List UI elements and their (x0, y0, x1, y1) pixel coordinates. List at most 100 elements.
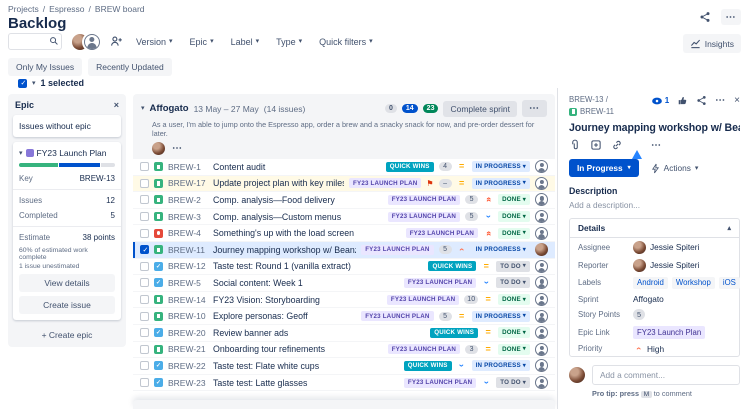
share-button[interactable] (695, 9, 715, 25)
issue-title[interactable]: FY23 Vision: Storyboarding (213, 295, 382, 305)
issue-row[interactable]: BREW-2 Comp. analysis—Food delivery FY23… (133, 192, 555, 209)
issue-title[interactable]: Content audit (213, 162, 381, 172)
attach-button[interactable] (569, 139, 581, 151)
assignee-avatar[interactable] (535, 376, 548, 390)
estimate-badge[interactable]: 4 (438, 162, 452, 172)
issue-row[interactable]: BREW-4 Something's up with the load scre… (133, 225, 555, 242)
description-placeholder[interactable]: Add a description... (569, 200, 740, 210)
epic-badge[interactable]: QUICK WINS (430, 327, 479, 338)
epic-link-value[interactable]: FY23 Launch Plan (633, 325, 706, 339)
assignee-value[interactable]: Jessie Spiteri (650, 242, 699, 252)
issue-row[interactable]: BREW-17 Update project plan with key mil… (133, 175, 555, 193)
create-issue-button[interactable]: Create issue (19, 296, 115, 314)
estimate-badge[interactable]: 5 (438, 311, 452, 321)
label-workshop[interactable]: Workshop (671, 276, 715, 289)
assignee-avatar[interactable] (535, 243, 548, 257)
issue-checkbox[interactable] (140, 178, 149, 188)
filter-version[interactable]: Version ▾ (136, 37, 173, 47)
like-button[interactable] (677, 95, 688, 106)
epic-badge[interactable]: FY23 LAUNCH PLAN (387, 344, 461, 355)
issue-row[interactable]: BREW-1 Content audit QUICK WINS 4 IN PRO… (133, 159, 555, 176)
assignee-avatar[interactable] (535, 326, 548, 340)
issue-title[interactable]: Review banner ads (213, 328, 425, 338)
status-dropdown[interactable]: In Progress ▾ (569, 159, 639, 177)
status-dropdown[interactable]: IN PROGRESS ▾ (471, 360, 530, 372)
issue-title[interactable]: Something's up with the load screen (213, 228, 401, 238)
epic-item[interactable]: ▾ FY23 Launch Plan (19, 148, 115, 158)
story-points-value[interactable]: 5 (633, 309, 646, 321)
filter-type[interactable]: Type ▾ (276, 37, 302, 47)
filter-quick-filters[interactable]: Quick filters ▾ (319, 37, 373, 47)
issue-title[interactable]: Onboarding tour refinements (213, 344, 383, 354)
status-dropdown[interactable]: DONE ▾ (498, 294, 530, 306)
epic-badge[interactable]: FY23 LAUNCH PLAN (361, 311, 434, 322)
issue-checkbox[interactable] (140, 311, 149, 321)
actions-dropdown[interactable]: Actions ▾ (651, 163, 698, 174)
estimate-badge[interactable]: – (438, 178, 452, 188)
issue-key[interactable]: BREW-11 (580, 107, 614, 116)
label-ios[interactable]: iOS (718, 276, 740, 289)
estimate-badge[interactable]: 10 (464, 295, 479, 305)
status-dropdown[interactable]: DONE ▾ (498, 343, 530, 355)
issue-row[interactable]: BREW-12 Taste test: Round 1 (vanilla ext… (133, 258, 555, 276)
issue-title[interactable]: Comp. analysis—Custom menus (213, 212, 383, 222)
filter-epic[interactable]: Epic ▾ (190, 37, 214, 47)
close-icon[interactable]: × (114, 100, 119, 110)
issue-checkbox[interactable] (140, 328, 149, 338)
status-dropdown[interactable]: DONE ▾ (498, 327, 530, 339)
sprint-value[interactable]: Affogato (633, 294, 664, 304)
issue-row[interactable]: BREW-3 Comp. analysis—Custom menus FY23 … (133, 208, 555, 226)
issue-title[interactable]: Journey mapping workshop w/ Beanz (213, 245, 356, 255)
parent-issue-key[interactable]: BREW-13 (569, 95, 604, 104)
issue-row[interactable]: BREW-5 Social content: Week 1 FY23 LAUNC… (133, 275, 555, 292)
status-dropdown[interactable]: DONE ▾ (498, 211, 530, 223)
assignee-avatar[interactable] (535, 259, 548, 273)
status-dropdown[interactable]: IN PROGRESS ▾ (471, 161, 530, 173)
issue-checkbox[interactable] (140, 212, 149, 222)
issue-checkbox[interactable] (140, 278, 149, 288)
status-dropdown[interactable]: TO DO ▾ (496, 377, 530, 389)
issue-checkbox[interactable] (140, 378, 149, 388)
status-dropdown[interactable]: DONE ▾ (498, 227, 530, 239)
issue-row[interactable]: BREW-20 Review banner ads QUICK WINS DON… (133, 324, 555, 342)
issue-checkbox[interactable] (140, 245, 149, 255)
link-button[interactable] (611, 139, 623, 151)
chevron-down-icon[interactable]: ▾ (141, 105, 145, 112)
details-header[interactable]: Details ▴ (570, 219, 739, 238)
assignee-avatar[interactable] (535, 193, 548, 207)
issue-row[interactable]: BREW-10 Explore personas: Geoff FY23 LAU… (133, 308, 555, 325)
share-button[interactable] (696, 95, 707, 106)
estimate-badge[interactable]: 3 (465, 344, 479, 354)
more-icon[interactable]: ⋯ (715, 95, 726, 106)
issue-title[interactable]: Explore personas: Geoff (213, 311, 356, 321)
issue-row[interactable]: BREW-23 Taste test: Latte glasses FY23 L… (133, 374, 555, 392)
estimate-badge[interactable]: 5 (438, 245, 452, 255)
issue-title[interactable]: Taste test: Flate white cups (213, 361, 399, 371)
issues-without-epic[interactable]: Issues without epic (13, 115, 121, 137)
close-icon[interactable]: × (734, 95, 740, 106)
epic-badge[interactable]: FY23 LAUNCH PLAN (386, 294, 460, 305)
filter-label[interactable]: Label ▾ (231, 37, 260, 47)
assignee-avatar[interactable] (535, 210, 548, 224)
issue-title[interactable]: Update project plan with key milestones (213, 178, 344, 188)
chevron-down-icon[interactable]: ▾ (32, 80, 36, 87)
epic-badge[interactable]: QUICK WINS (385, 161, 434, 172)
status-dropdown[interactable]: TO DO ▾ (496, 277, 530, 289)
issue-checkbox[interactable] (140, 295, 149, 305)
issue-row[interactable]: BREW-14 FY23 Vision: Storyboarding FY23 … (133, 291, 555, 309)
add-people-button[interactable] (106, 34, 126, 50)
epic-badge[interactable]: FY23 LAUNCH PLAN (405, 228, 479, 239)
issue-row[interactable]: BREW-21 Onboarding tour refinements FY23… (133, 341, 555, 359)
issue-title[interactable]: Taste test: Round 1 (vanilla extract) (213, 261, 423, 271)
status-dropdown[interactable]: TO DO ▾ (496, 260, 530, 272)
epic-badge[interactable]: FY23 LAUNCH PLAN (387, 194, 461, 205)
breadcrumb-projects[interactable]: Projects (8, 4, 39, 14)
assignee-avatar[interactable] (535, 309, 548, 323)
estimate-badge[interactable]: 5 (465, 212, 479, 222)
epic-badge[interactable]: FY23 LAUNCH PLAN (349, 178, 422, 189)
assignee-avatar[interactable] (535, 226, 548, 240)
issue-checkbox[interactable] (140, 344, 149, 354)
assignee-avatar[interactable] (535, 359, 548, 373)
epic-badge[interactable]: FY23 LAUNCH PLAN (403, 277, 477, 288)
assignee-avatar[interactable] (535, 293, 548, 307)
